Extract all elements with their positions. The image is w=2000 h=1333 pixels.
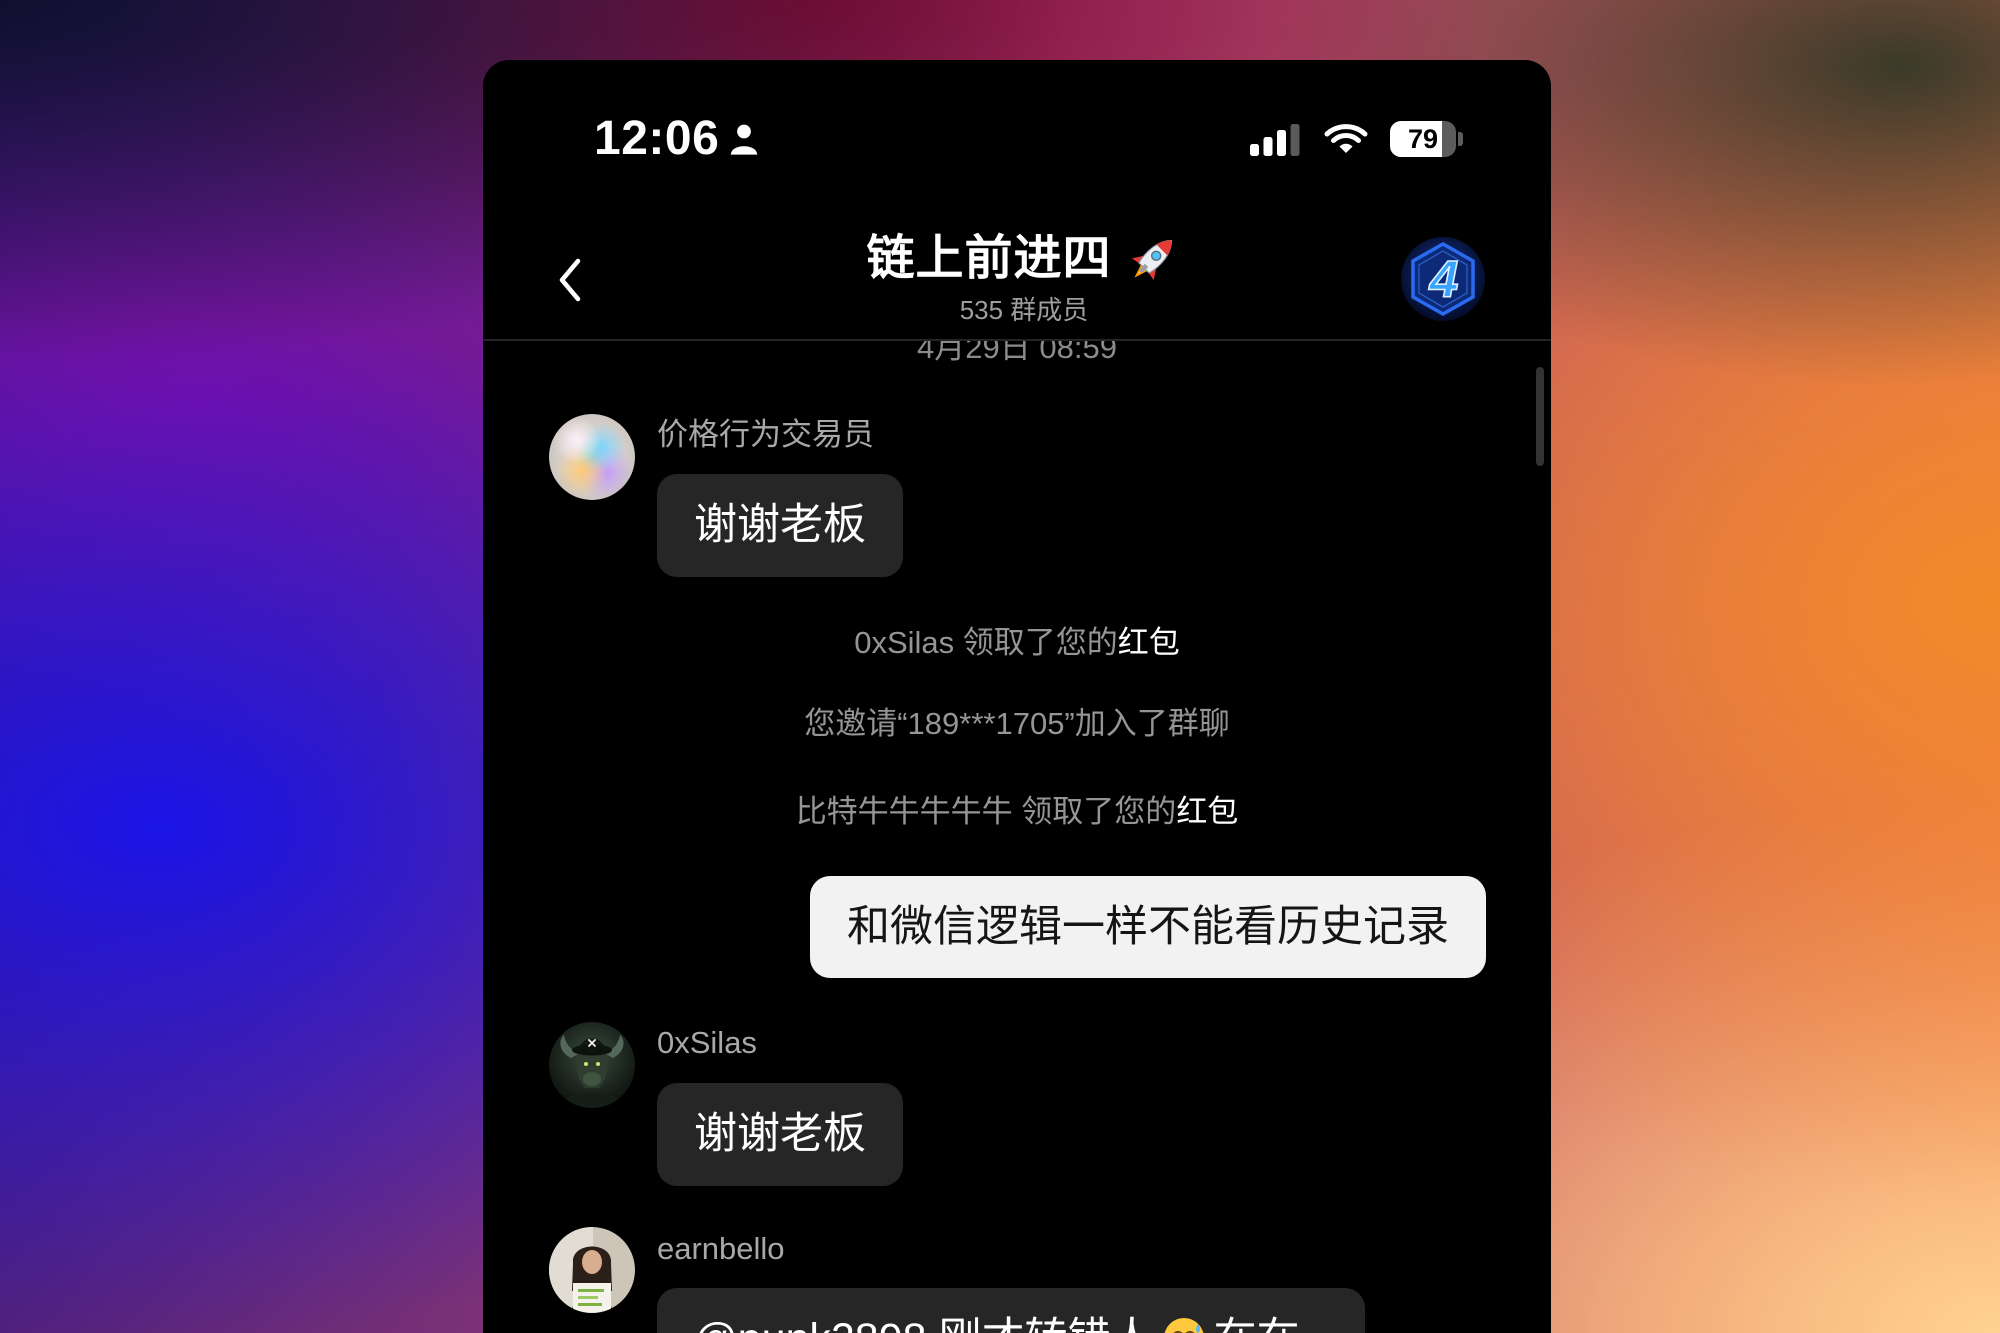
red-packet-link[interactable]: 红包: [1118, 625, 1180, 660]
group-avatar[interactable]: 4: [1400, 236, 1486, 322]
red-packet-link[interactable]: 红包: [1176, 794, 1238, 829]
phone-screen: 12:06 79 链上前进四 535 群成员 4 4月29日 08:59 价格行…: [483, 60, 1551, 1333]
chat-title[interactable]: 链上前进四: [483, 225, 1551, 293]
cellular-signal-icon: [1250, 124, 1300, 156]
system-notice-text: 0xSilas 领取了您的: [854, 625, 1118, 660]
sender-name: 0xSilas: [657, 1025, 757, 1060]
system-notice: 您邀请“189***1705”加入了群聊: [483, 705, 1551, 743]
group-avatar-number: 4: [1429, 251, 1459, 309]
system-notice-text: 比特牛牛牛牛牛 领取了您的: [795, 794, 1177, 829]
group-avatar-logo: 4: [1401, 237, 1485, 321]
member-count: 535 群成员: [959, 295, 1089, 325]
timestamp: 4月29日 08:59: [917, 340, 1117, 365]
battery-level: 79: [1407, 124, 1439, 154]
sender-name: 价格行为交易员: [657, 417, 874, 452]
bull-avatar[interactable]: [549, 1022, 635, 1108]
rocket-icon: [1131, 239, 1172, 281]
message-bubble[interactable]: 谢谢老板: [657, 474, 903, 577]
iridescent-orb-avatar[interactable]: [549, 414, 635, 500]
system-notice-text: 您邀请“189***1705”加入了群聊: [804, 706, 1230, 741]
battery-tip: [1458, 132, 1463, 146]
message-text-tail: 在在: [1214, 1315, 1300, 1333]
scrollbar[interactable]: [1536, 367, 1544, 466]
portrait-avatar-image: [549, 1227, 635, 1313]
group-name: 链上前进四: [866, 232, 1112, 285]
sent-message-bubble[interactable]: 和微信逻辑一样不能看历史记录: [810, 876, 1486, 978]
sweat-smile-emoji: [1162, 1316, 1206, 1333]
message-bubble[interactable]: 谢谢老板: [657, 1083, 903, 1186]
system-notice: 0xSilas 领取了您的红包: [483, 624, 1551, 662]
header-divider: [483, 339, 1551, 341]
person-icon: [730, 124, 758, 155]
message-bubble[interactable]: @punk2898 刚才转错人 在在: [657, 1288, 1365, 1333]
system-notice: 比特牛牛牛牛牛 领取了您的红包: [483, 793, 1551, 831]
battery-icon: 79: [1390, 121, 1456, 157]
sender-name: earnbello: [657, 1231, 785, 1266]
status-time: 12:06: [594, 112, 720, 165]
message-text: @punk2898 刚才转错人: [694, 1315, 1154, 1333]
bull-avatar-image: [549, 1022, 635, 1108]
wifi-icon: [1324, 124, 1368, 153]
message-list[interactable]: 4月29日 08:59 价格行为交易员 谢谢老板 0xSilas 领取了您的红包…: [483, 340, 1551, 1333]
portrait-avatar[interactable]: [549, 1227, 635, 1313]
